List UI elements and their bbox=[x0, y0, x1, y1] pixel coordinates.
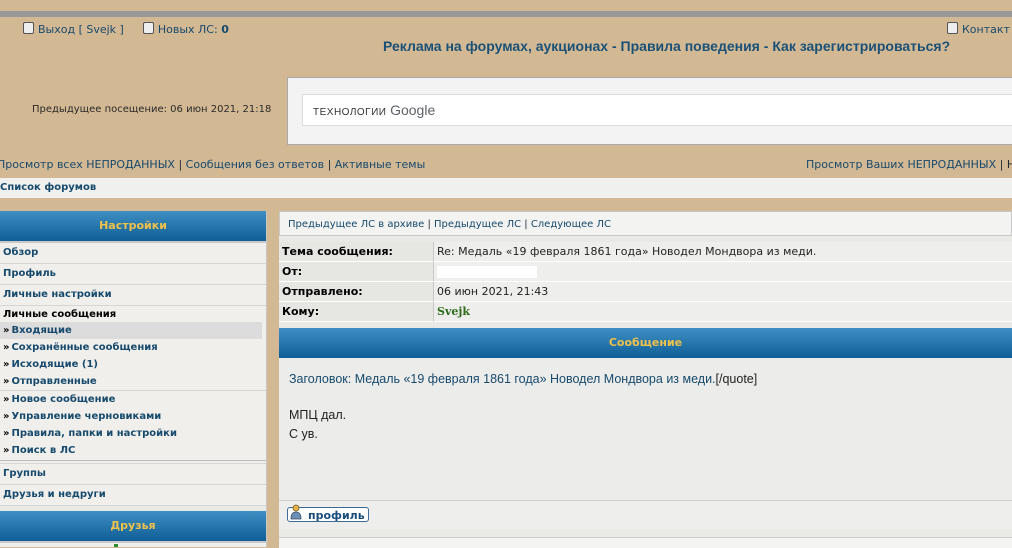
subject-value: Re: Медаль «19 февраля 1861 года» Новоде… bbox=[434, 242, 1012, 262]
from-value bbox=[434, 262, 1012, 282]
link-sep: | bbox=[174, 158, 186, 171]
profile-button[interactable]: профиль bbox=[287, 504, 369, 522]
next-section bbox=[279, 537, 1012, 548]
header-row-sent: Отправлено: 06 июн 2021, 21:43 bbox=[279, 282, 1012, 302]
user-icon bbox=[290, 504, 302, 520]
sidebar: Настройки Обзор Профиль Личные настройки… bbox=[0, 211, 267, 547]
active-topics-link[interactable]: Активные темы bbox=[335, 158, 426, 171]
prev-archive-link[interactable]: Предыдущее ЛС в архиве bbox=[288, 219, 424, 230]
sidebar-item-overview[interactable]: Обзор bbox=[0, 243, 266, 264]
top-strip bbox=[0, 11, 1012, 17]
search-input[interactable]: ТЕХНОЛОГИИ Google bbox=[302, 94, 1012, 126]
sent-label: Отправлено: bbox=[279, 282, 434, 302]
recipient-link[interactable]: Svejk bbox=[437, 305, 470, 318]
subject-label: Тема сообщения: bbox=[279, 242, 434, 262]
sidebar-item-outbox[interactable]: » Исходящие (1) bbox=[0, 356, 266, 373]
sidebar-item-groups[interactable]: Группы bbox=[0, 463, 266, 485]
quote-tail: [/quote] bbox=[715, 372, 758, 386]
breadcrumb: Список форумов bbox=[0, 178, 1012, 198]
from-redacted bbox=[437, 266, 537, 278]
sidebar-item-profile[interactable]: Профиль bbox=[0, 264, 266, 285]
last-visit: Предыдущее посещение: 06 июн 2021, 21:18 bbox=[32, 104, 272, 115]
to-label: Кому: bbox=[279, 302, 434, 322]
sidebar-item-rules-folders[interactable]: » Правила, папки и настройки bbox=[0, 425, 266, 442]
sidebar-item-drafts[interactable]: » Управление черновиками bbox=[0, 408, 266, 425]
sidebar-group-pm: Личные сообщения bbox=[0, 306, 266, 322]
register-link[interactable]: Как зарегистрироваться? bbox=[772, 38, 950, 54]
search-box: ТЕХНОЛОГИИ Google bbox=[287, 77, 1012, 145]
message-line-2: С ув. bbox=[289, 427, 318, 441]
link-sep: | Н bbox=[999, 158, 1012, 171]
rules-link[interactable]: Правила поведения bbox=[621, 38, 760, 54]
contact-icon bbox=[947, 22, 958, 34]
message-line-1: МПЦ дал. bbox=[289, 408, 347, 422]
header-row-subject: Тема сообщения: Re: Медаль «19 февраля 1… bbox=[279, 242, 1012, 262]
quick-links-bar: Просмотр всех НЕПРОДАННЫХ | Сообщения бе… bbox=[0, 154, 1012, 175]
nav-sep: - bbox=[608, 38, 621, 54]
sidebar-item-personal-settings[interactable]: Личные настройки bbox=[0, 285, 266, 306]
link-sep: | bbox=[324, 158, 335, 171]
logout-link[interactable]: Выход [ Svejk ] bbox=[38, 23, 124, 36]
profile-button-label: профиль bbox=[308, 509, 365, 522]
nav-sep: | bbox=[424, 219, 434, 230]
prev-pm-link[interactable]: Предыдущее ЛС bbox=[434, 219, 521, 230]
new-pm-count: 0 bbox=[221, 23, 229, 36]
pm-nav: Предыдущее ЛС в архиве | Предыдущее ЛС |… bbox=[279, 211, 1012, 236]
pm-icon bbox=[142, 22, 154, 34]
sidebar-item-inbox[interactable]: » Входящие bbox=[0, 322, 262, 339]
header-row-to: Кому: Svejk bbox=[279, 302, 1012, 322]
from-label: От: bbox=[279, 262, 434, 282]
forum-list-link[interactable]: Список форумов bbox=[0, 182, 96, 193]
settings-header: Настройки bbox=[0, 211, 266, 243]
contact-link[interactable]: Контакт bbox=[962, 23, 1010, 36]
sidebar-item-friends-foes[interactable]: Друзья и недруги bbox=[0, 485, 266, 506]
view-unsold-link[interactable]: Просмотр всех НЕПРОДАННЫХ bbox=[0, 158, 175, 171]
sidebar-item-pm-search[interactable]: » Поиск в ЛС bbox=[0, 442, 266, 461]
message-body: Заголовок: Медаль «19 февраля 1861 года»… bbox=[279, 360, 1012, 500]
sidebar-item-saved[interactable]: » Сохранённые сообщения bbox=[0, 339, 266, 356]
friends-header: Друзья bbox=[0, 511, 266, 543]
ads-link[interactable]: Реклама на форумах, аукционах bbox=[383, 38, 608, 54]
next-pm-link[interactable]: Следующее ЛС bbox=[531, 219, 611, 230]
quote-title-link[interactable]: Заголовок: Медаль «19 февраля 1861 года»… bbox=[289, 372, 716, 386]
nav-sep: | bbox=[521, 219, 531, 230]
to-value: Svejk bbox=[434, 302, 1012, 322]
google-logo: Google bbox=[390, 102, 436, 118]
contact-area: Контакт bbox=[947, 22, 1010, 36]
sent-value: 06 июн 2021, 21:43 bbox=[434, 282, 1012, 302]
logout-icon bbox=[23, 22, 34, 34]
your-unsold-link[interactable]: Просмотр Ваших НЕПРОДАННЫХ bbox=[806, 158, 996, 171]
user-links: Выход [ Svejk ] Новых ЛС: 0 bbox=[23, 22, 229, 36]
sidebar-item-sent[interactable]: » Отправленные bbox=[0, 373, 266, 391]
message-header: Сообщение bbox=[279, 328, 1012, 358]
message-footer: профиль bbox=[279, 500, 1012, 529]
pm-view: Предыдущее ЛС в архиве | Предыдущее ЛС |… bbox=[279, 211, 1012, 548]
unanswered-link[interactable]: Сообщения без ответов bbox=[186, 158, 324, 171]
sidebar-item-compose[interactable]: » Новое сообщение bbox=[0, 391, 266, 408]
nav-sep: - bbox=[759, 38, 773, 54]
header-row-from: От: bbox=[279, 262, 1012, 282]
search-label: ТЕХНОЛОГИИ bbox=[313, 107, 387, 118]
new-pm-link[interactable]: Новых ЛС: bbox=[158, 23, 218, 36]
top-nav: Реклама на форумах, аукционах - Правила … bbox=[383, 38, 950, 54]
